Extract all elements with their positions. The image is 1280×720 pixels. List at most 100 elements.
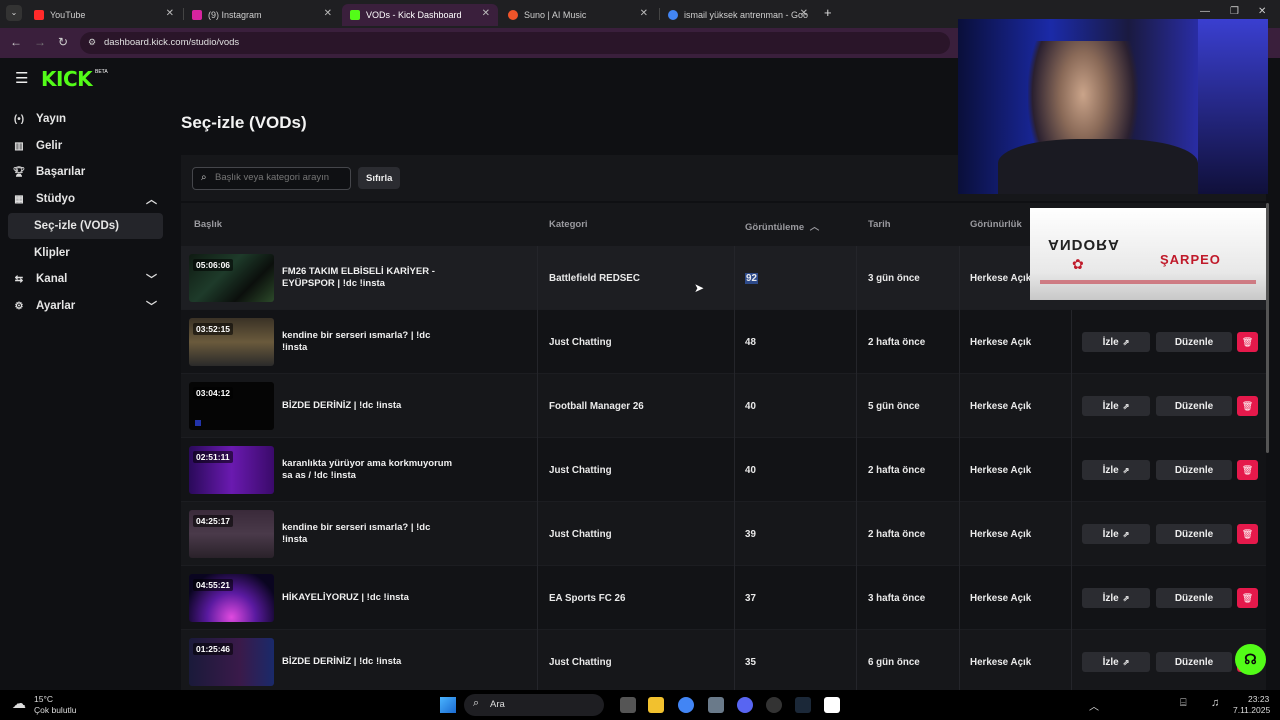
back-icon[interactable]: ← [10, 35, 22, 49]
restore-icon[interactable]: ❐ [1230, 6, 1239, 17]
tab-suno[interactable]: Suno | AI Music ✕ [500, 4, 656, 26]
tray-chevron-icon[interactable]: ︿ [1089, 698, 1099, 713]
network-icon[interactable]: ⌸ [1180, 697, 1187, 710]
taskbar-search[interactable]: ⌕ Ara [464, 694, 604, 716]
sidebar-item-vods[interactable]: Seç-izle (VODs) [8, 213, 163, 239]
sidebar-item-yayin[interactable]: (•) Yayın [8, 106, 163, 132]
support-chat-button[interactable]: ☊ [1235, 644, 1266, 675]
vod-date: 2 hafta önce [868, 465, 926, 476]
app-icon[interactable] [708, 697, 724, 713]
weather-temp[interactable]: 15°C [34, 694, 53, 704]
table-row[interactable]: 03:52:15 kendine bir serseri ısmarla? | … [181, 310, 1266, 374]
task-view-icon[interactable] [620, 697, 636, 713]
site-info-icon[interactable]: ⚙ [88, 37, 96, 48]
weather-icon[interactable]: ☁ [12, 695, 26, 712]
vod-title[interactable]: karanlıkta yürüyor ama korkmuyorum sa as… [282, 458, 452, 481]
capcut-icon[interactable] [824, 697, 840, 713]
delete-button[interactable]: 🗑︎ [1237, 332, 1258, 352]
vod-title[interactable]: FM26 TAKIM ELBİSELİ KARİYER - EYÜPSPOR |… [282, 266, 452, 289]
forward-icon[interactable]: → [34, 35, 46, 49]
trophy-icon: 🏆︎ [12, 166, 26, 178]
vod-thumbnail[interactable]: 03:04:12 [189, 382, 274, 430]
search-field[interactable]: ⌕ [192, 167, 351, 190]
steam-icon[interactable] [795, 697, 811, 713]
watch-button[interactable]: İzle ⇗ [1082, 396, 1150, 416]
close-window-icon[interactable]: ✕ [1258, 6, 1266, 17]
watch-button[interactable]: İzle ⇗ [1082, 652, 1150, 672]
tab-kick-dashboard[interactable]: VODs - Kick Dashboard ✕ [342, 4, 498, 26]
watch-button[interactable]: İzle ⇗ [1082, 588, 1150, 608]
delete-button[interactable]: 🗑︎ [1237, 588, 1258, 608]
table-row[interactable]: 02:51:11 karanlıkta yürüyor ama korkmuyo… [181, 438, 1266, 502]
search-input[interactable] [215, 172, 345, 183]
clock-date[interactable]: 7.11.2025 [1233, 705, 1270, 715]
url-field[interactable]: ⚙ dashboard.kick.com/studio/vods [80, 32, 950, 54]
chrome-icon[interactable] [678, 697, 694, 713]
broadcast-icon: (•) [13, 113, 25, 125]
sidebar-item-basarilar[interactable]: 🏆︎ Başarılar [8, 159, 163, 185]
weather-desc[interactable]: Çok bulutlu [34, 705, 77, 715]
sidebar-item-ayarlar[interactable]: ⚙ Ayarlar ﹀ [8, 293, 163, 319]
header-date[interactable]: Tarih [868, 219, 891, 230]
delete-button[interactable]: 🗑︎ [1237, 524, 1258, 544]
table-row[interactable]: 01:25:46 BİZDE DERİNİZ | !dc !insta Just… [181, 630, 1266, 690]
volume-icon[interactable]: ♫ [1211, 697, 1219, 709]
page-scrollbar[interactable] [1266, 203, 1269, 453]
tab-instagram[interactable]: (9) Instagram ✕ [184, 4, 340, 26]
sidebar-item-gelir[interactable]: ▥ Gelir [8, 133, 163, 159]
clock-time[interactable]: 23:23 [1248, 694, 1269, 704]
header-title[interactable]: Başlık [194, 219, 222, 230]
table-row[interactable]: 04:25:17 kendine bir serseri ısmarla? | … [181, 502, 1266, 566]
tab-google[interactable]: ismail yüksek antrenman - Goo ✕ [660, 4, 816, 26]
sidebar-item-label: Seç-izle (VODs) [34, 220, 119, 232]
watch-button[interactable]: İzle ⇗ [1082, 524, 1150, 544]
vod-date: 6 gün önce [868, 657, 920, 668]
edit-button[interactable]: Düzenle [1156, 396, 1232, 416]
sidebar-item-label: Başarılar [36, 166, 86, 178]
start-icon[interactable] [440, 697, 456, 713]
edit-button[interactable]: Düzenle [1156, 460, 1232, 480]
delete-button[interactable]: 🗑︎ [1237, 396, 1258, 416]
vod-thumbnail[interactable]: 02:51:11 [189, 446, 274, 494]
edit-button[interactable]: Düzenle [1156, 588, 1232, 608]
close-icon[interactable]: ✕ [800, 8, 808, 19]
watch-button[interactable]: İzle ⇗ [1082, 332, 1150, 352]
delete-button[interactable]: 🗑︎ [1237, 460, 1258, 480]
edit-button[interactable]: Düzenle [1156, 524, 1232, 544]
tab-list-dropdown-icon[interactable]: ⌄ [6, 5, 22, 21]
new-tab-button[interactable]: + [824, 5, 832, 20]
close-icon[interactable]: ✕ [640, 8, 648, 19]
tab-youtube[interactable]: YouTube ✕ [26, 4, 182, 26]
vod-thumbnail[interactable]: 01:25:46 [189, 638, 274, 686]
file-explorer-icon[interactable] [648, 697, 664, 713]
close-icon[interactable]: ✕ [482, 8, 490, 19]
vod-visibility: Herkese Açık [970, 337, 1032, 348]
vod-title[interactable]: kendine bir serseri ısmarla? | !dc !inst… [282, 522, 452, 545]
vod-thumbnail[interactable]: 03:52:15 [189, 318, 274, 366]
close-icon[interactable]: ✕ [166, 8, 174, 19]
reload-icon[interactable]: ↻ [58, 35, 68, 49]
header-category[interactable]: Kategori [549, 219, 588, 230]
edit-button[interactable]: Düzenle [1156, 332, 1232, 352]
sidebar-item-kanal[interactable]: ⇆ Kanal ﹀ [8, 266, 163, 292]
sidebar-item-studyo[interactable]: ▦ Stüdyo ︿ [8, 186, 163, 212]
close-icon[interactable]: ✕ [324, 8, 332, 19]
header-visibility[interactable]: Görünürlük [970, 219, 1022, 230]
obs-icon[interactable] [766, 697, 782, 713]
vod-title[interactable]: kendine bir serseri ısmarla? | !dc !inst… [282, 330, 452, 353]
vod-thumbnail[interactable]: 04:55:21 [189, 574, 274, 622]
vod-thumbnail[interactable]: 04:25:17 [189, 510, 274, 558]
minimize-icon[interactable]: — [1200, 6, 1210, 17]
table-row[interactable]: 04:55:21 HİKAYELİYORUZ | !dc !insta EA S… [181, 566, 1266, 630]
edit-button[interactable]: Düzenle [1156, 652, 1232, 672]
watch-button[interactable]: İzle ⇗ [1082, 460, 1150, 480]
table-row[interactable]: 03:04:12 BİZDE DERİNİZ | !dc !insta Foot… [181, 374, 1266, 438]
vod-title[interactable]: BİZDE DERİNİZ | !dc !insta [282, 656, 452, 668]
vod-title[interactable]: HİKAYELİYORUZ | !dc !insta [282, 592, 452, 604]
sidebar-item-klipler[interactable]: Klipler [8, 240, 163, 266]
vod-title[interactable]: BİZDE DERİNİZ | !dc !insta [282, 400, 452, 412]
vod-thumbnail[interactable]: 05:06:06 [189, 254, 274, 302]
header-views[interactable]: Görüntüleme ︿ [745, 219, 819, 233]
reset-button[interactable]: Sıfırla [358, 167, 401, 189]
discord-icon[interactable] [737, 697, 753, 713]
